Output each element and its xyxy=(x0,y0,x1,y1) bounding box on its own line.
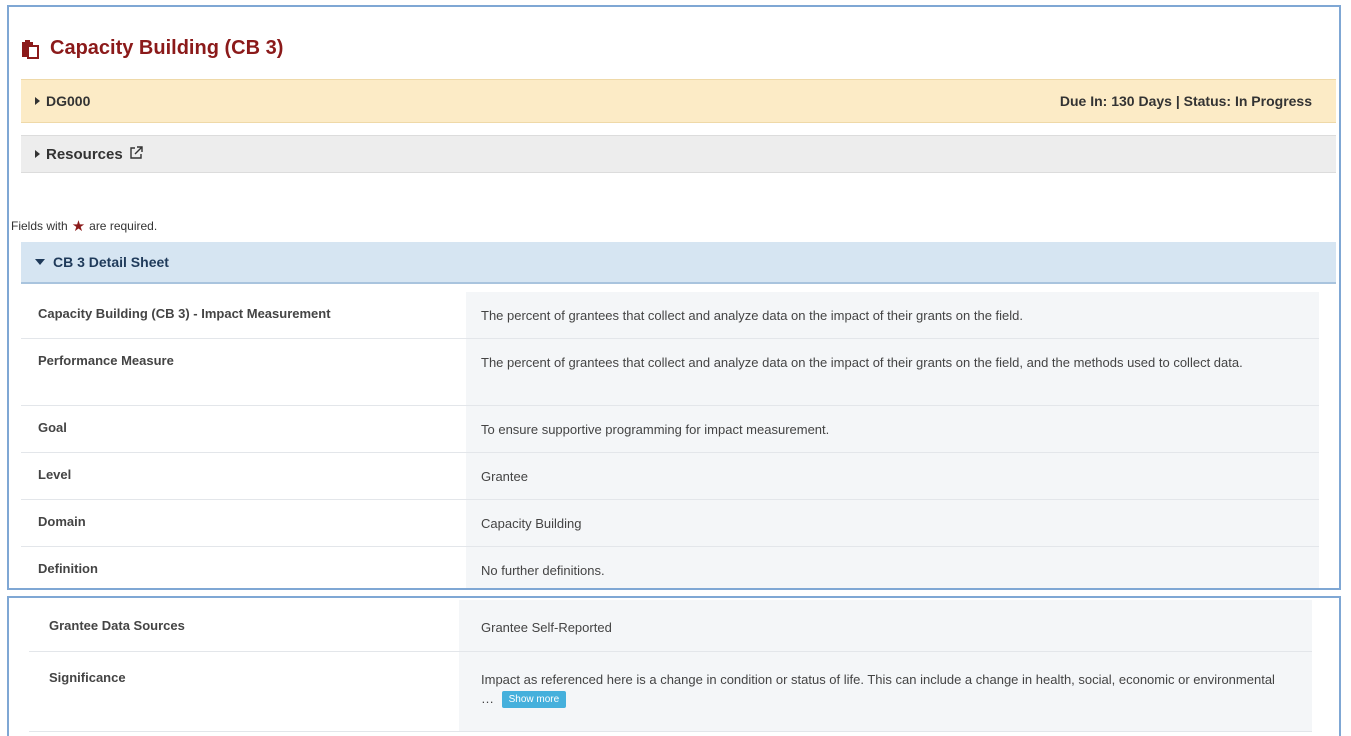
page-title-text: Capacity Building (CB 3) xyxy=(50,37,284,59)
detail-table-top: Capacity Building (CB 3) - Impact Measur… xyxy=(21,292,1319,588)
section-title: CB 3 Detail Sheet xyxy=(53,254,169,270)
table-row: Performance Measure The percent of grant… xyxy=(21,339,1319,406)
row-label: Capacity Building (CB 3) - Impact Measur… xyxy=(21,292,466,338)
row-label: Performance Measure xyxy=(21,339,466,405)
row-label: Level xyxy=(21,453,466,499)
row-value: Capacity Building xyxy=(466,500,1319,546)
table-row: Significance Impact as referenced here i… xyxy=(29,652,1312,732)
row-value: The percent of grantees that collect and… xyxy=(466,339,1319,405)
row-value: No further definitions. xyxy=(466,547,1319,588)
row-value: Grantee Self-Reported xyxy=(459,600,1312,651)
table-row: Domain Capacity Building xyxy=(21,500,1319,547)
screenshot-frame-bottom: Grantee Data Sources Grantee Self-Report… xyxy=(7,596,1341,736)
row-label: Grantee Data Sources xyxy=(29,600,459,651)
row-label: Significance xyxy=(29,652,459,731)
clipboard-icon xyxy=(20,39,40,59)
caret-right-icon xyxy=(35,97,40,105)
grant-status: Due In: 130 Days | Status: In Progress xyxy=(1059,93,1312,109)
required-note-prefix: Fields with xyxy=(11,219,68,233)
required-fields-note: Fields with ★ are required. xyxy=(11,217,157,235)
resources-label: Resources xyxy=(46,145,123,163)
table-row: Capacity Building (CB 3) - Impact Measur… xyxy=(21,292,1319,339)
table-row: Grantee Data Sources Grantee Self-Report… xyxy=(29,600,1312,652)
page-title: Capacity Building (CB 3) xyxy=(20,37,283,60)
table-row: Definition No further definitions. xyxy=(21,547,1319,588)
required-star-icon: ★ xyxy=(71,218,86,235)
screenshot-frame-top: Capacity Building (CB 3) DG000 Due In: 1… xyxy=(7,5,1341,590)
row-value: To ensure supportive programming for imp… xyxy=(466,406,1319,452)
table-row: Level Grantee xyxy=(21,453,1319,500)
grant-id: DG000 xyxy=(46,93,91,109)
table-row: Goal To ensure supportive programming fo… xyxy=(21,406,1319,453)
row-value: Grantee xyxy=(466,453,1319,499)
row-value: Impact as referenced here is a change in… xyxy=(459,652,1312,731)
external-link-icon[interactable] xyxy=(129,145,144,164)
row-label: Definition xyxy=(21,547,466,588)
section-header-detail-sheet[interactable]: CB 3 Detail Sheet xyxy=(21,242,1336,284)
row-label: Goal xyxy=(21,406,466,452)
significance-text: Impact as referenced here is a change in… xyxy=(481,672,1275,706)
grant-summary-bar[interactable]: DG000 Due In: 130 Days | Status: In Prog… xyxy=(21,79,1336,123)
resources-toggle[interactable]: Resources xyxy=(21,135,1336,173)
caret-right-icon xyxy=(35,150,40,158)
detail-table-bottom: Grantee Data Sources Grantee Self-Report… xyxy=(29,600,1312,732)
show-more-button[interactable]: Show more xyxy=(501,691,567,709)
caret-down-icon xyxy=(35,259,45,265)
required-note-suffix: are required. xyxy=(89,219,158,233)
row-label: Domain xyxy=(21,500,466,546)
row-value: The percent of grantees that collect and… xyxy=(466,292,1319,338)
